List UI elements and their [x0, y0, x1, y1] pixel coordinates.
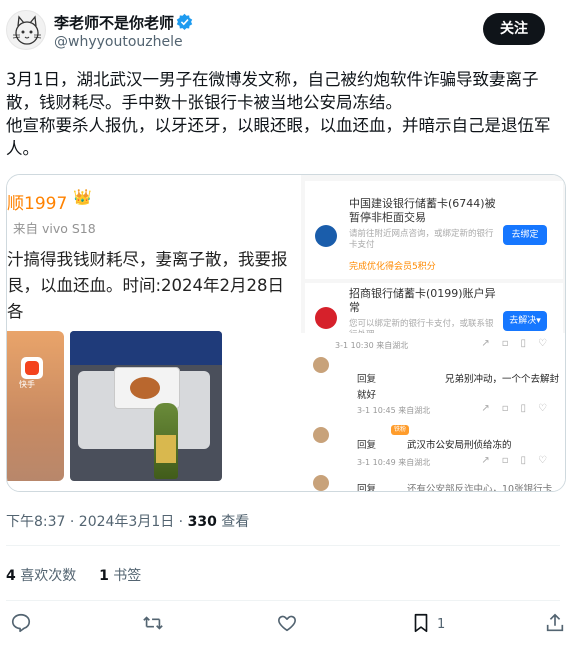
author-name[interactable]: 李老师不是你老师: [54, 12, 174, 33]
like-button[interactable]: [276, 612, 302, 638]
verified-badge-icon: [176, 13, 193, 30]
bookmark-count: 1: [437, 617, 446, 632]
weibo-source: 来自 vivo S18: [13, 221, 96, 236]
retweet-button[interactable]: [142, 612, 168, 638]
bookmarks-count: 1: [99, 568, 109, 584]
cmb-bank-icon: [315, 307, 337, 329]
reply-icon: [11, 613, 31, 633]
comment-avatar: [313, 475, 329, 491]
tweet-timestamp: 下午8:37 · 2024年3月1日 · 330 查看: [6, 511, 249, 531]
bank-card-ccb: 中国建设银行储蓄卡(6744)被暂停非柜面交易 请前往附近网点咨询，或绑定新的银…: [305, 181, 563, 279]
bank-card-title: 中国建设银行储蓄卡(6744)被暂停非柜面交易: [349, 197, 496, 224]
food-photo-thumb: [70, 331, 222, 481]
app-badge-label: 快手: [19, 380, 35, 389]
heart-icon: [278, 615, 296, 632]
ccb-bank-icon: [315, 225, 337, 247]
divider: [6, 600, 560, 601]
weibo-username: 顺1997: [7, 194, 68, 214]
reply-label: 回复: [357, 484, 377, 492]
bookmark-button[interactable]: [410, 612, 436, 638]
comment-text: 武汉市公安局刑侦给冻的: [407, 440, 512, 451]
weibo-text-line: 各: [7, 302, 24, 321]
comment-text: 兄弟别冲动，一个个去解封: [445, 374, 560, 385]
tweet-paragraph-2: 他宣称要杀人报仇，以牙还牙，以眼还眼，以血还血，并暗示自己是退伍军人。: [6, 116, 551, 158]
cat-sketch-icon: [12, 15, 42, 45]
bank-card-cmb: 招商银行储蓄卡(0199)账户异常 您可以绑定新的银行卡支付，或联系银行处理 去…: [305, 283, 563, 340]
bank-card-title: 招商银行储蓄卡(0199)账户异常: [349, 287, 496, 314]
comment-meta: 3-1 10:30 来自湖北: [335, 341, 409, 350]
comment-avatar: [313, 357, 329, 373]
divider: [6, 545, 560, 546]
bank-notice-screenshot: 中国建设银行储蓄卡(6744)被暂停非柜面交易 请前往附近网点咨询，或绑定新的银…: [301, 175, 565, 340]
bookmark-icon: [414, 613, 428, 633]
share-icon: [546, 613, 564, 632]
comment-meta: 3-1 10:45 来自湖北: [357, 406, 431, 415]
bookmarks-label: 书签: [108, 568, 142, 584]
engagement-stats: 4 喜欢次数 1 书签: [6, 565, 141, 585]
kuaishou-app-icon: [21, 357, 43, 379]
tweet-paragraph-1: 3月1日，湖北武汉一男子在微博发文称，自己被约炮软件诈骗导致妻离子散，钱财耗尽。…: [6, 70, 539, 112]
weibo-comments-screenshot: 3-1 10:30 来自湖北 ↗▫▯♡ 回复 兄弟别冲动，一个个去解封 就好 3…: [301, 333, 565, 492]
tweet-header: 李老师不是你老师 @whyyoutouzhele 关注: [0, 0, 566, 62]
fan-badge: 铁粉: [391, 425, 409, 435]
tweet-time[interactable]: 下午8:37 · 2024年3月1日 ·: [6, 514, 188, 530]
likes-stat[interactable]: 4 喜欢次数: [6, 568, 76, 584]
bind-card-button: 去绑定: [503, 225, 547, 245]
likes-count: 4: [6, 568, 16, 584]
tweet-media[interactable]: 顺1997 👑 来自 vivo S18 汁搞得我钱财耗尽，妻离子散，我要报 艮，…: [6, 174, 566, 492]
weibo-post-screenshot: 顺1997 👑 来自 vivo S18 汁搞得我钱财耗尽，妻离子散，我要报 艮，…: [7, 175, 295, 491]
reply-label: 回复: [357, 374, 377, 385]
weibo-text-line: 汁搞得我钱财耗尽，妻离子散，我要报: [7, 250, 288, 269]
reply-button[interactable]: [10, 612, 36, 638]
bookmarks-stat[interactable]: 1 书签: [99, 568, 141, 584]
follow-button[interactable]: 关注: [483, 13, 545, 45]
author-avatar[interactable]: [6, 10, 46, 50]
comment-action-icons: ↗▫▯♡: [481, 403, 559, 414]
bank-card-subtitle: 请前往附近网点咨询，或绑定新的银行卡支付: [349, 229, 494, 250]
crown-icon: 👑: [73, 188, 92, 206]
author-handle[interactable]: @whyyoutouzhele: [54, 34, 183, 50]
retweet-icon: [143, 616, 163, 630]
comment-meta: 3-1 10:49 来自湖北: [357, 458, 431, 467]
comment-avatar: [313, 427, 329, 443]
tweet-body: 3月1日，湖北武汉一男子在微博发文称，自己被约炮软件诈骗导致妻离子散，钱财耗尽。…: [6, 68, 562, 160]
resolve-button: 去解决▾: [503, 311, 547, 331]
comment-action-icons: ↗▫▯♡: [481, 455, 559, 466]
share-button[interactable]: [544, 612, 566, 638]
perk-text: 完成优化得会员5积分: [349, 262, 436, 272]
app-screenshot-thumb: 快手: [7, 331, 64, 481]
comment-text: 还有公安部反诈中心，10张银行卡: [407, 484, 553, 492]
views-count: 330: [187, 514, 217, 530]
comment-text: 就好: [357, 390, 377, 401]
views-label: 查看: [216, 514, 250, 530]
comment-action-icons: ↗▫▯♡: [481, 338, 559, 349]
weibo-text-line: 艮，以血还血。时间:2024年2月28日: [7, 276, 285, 295]
likes-label: 喜欢次数: [15, 568, 77, 584]
peanuts-shape: [130, 377, 160, 399]
reply-label: 回复: [357, 440, 377, 451]
